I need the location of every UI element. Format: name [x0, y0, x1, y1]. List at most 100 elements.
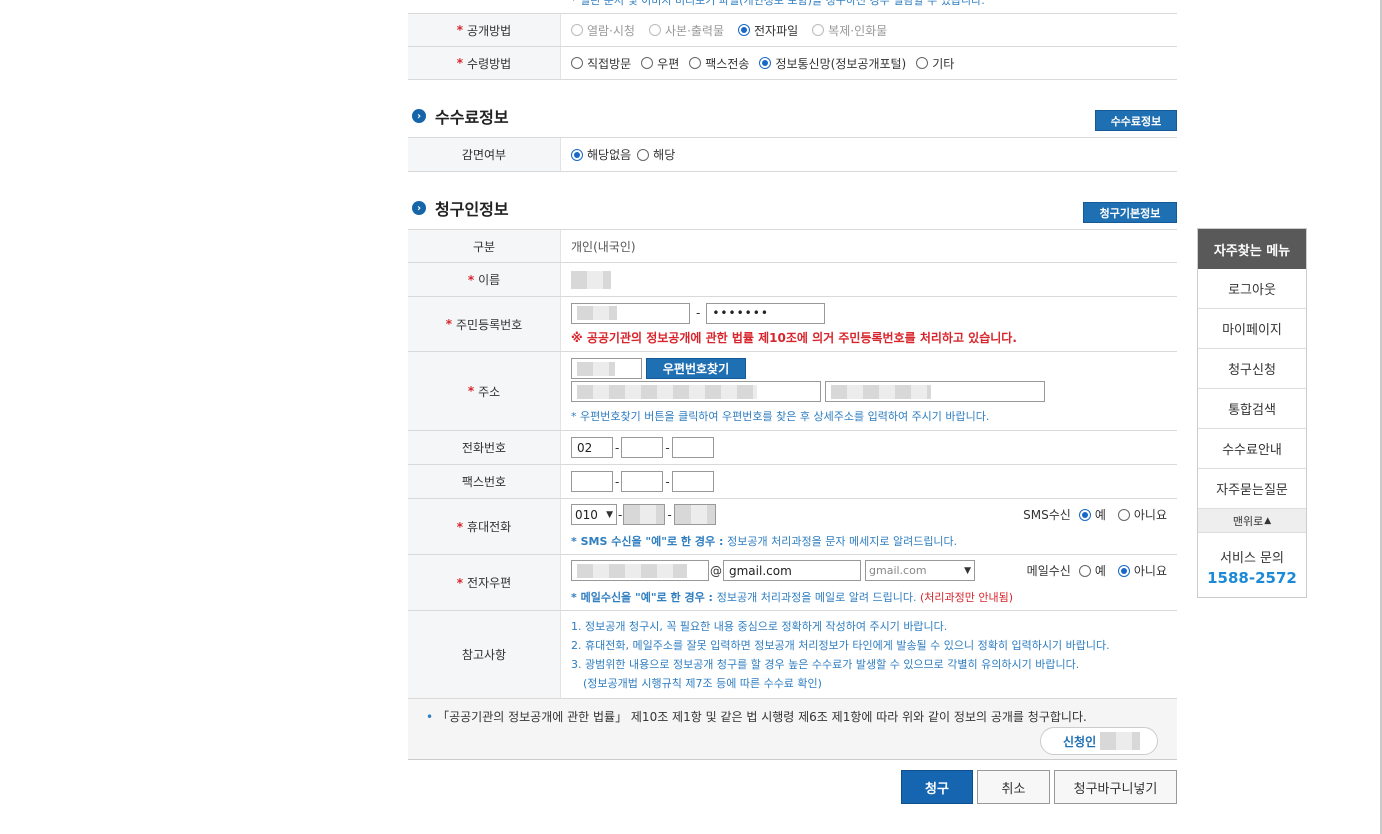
radio-sms-yes[interactable]: 예 — [1078, 506, 1106, 523]
radio-circle-icon — [1117, 508, 1130, 521]
quick-menu-mypage[interactable]: 마이페이지 — [1198, 309, 1306, 349]
cancel-button[interactable]: 취소 — [977, 770, 1050, 804]
fax-cell: - - — [561, 465, 1177, 498]
radio-mail[interactable]: 우편 — [641, 55, 679, 72]
applicant-type-row: 구분 개인(내국인) — [408, 229, 1177, 263]
mobile-prefix-select[interactable]: 010 ▼ — [571, 504, 617, 525]
section-arrow-icon: › — [412, 201, 426, 215]
email-cell: @ gmail.com gmail.com ▼ 메일수신 예 아니요 * 메일수신… — [561, 555, 1177, 610]
action-bar: 청구 취소 청구바구니넣기 — [408, 770, 1177, 804]
address-hint: * 우편번호찾기 버튼을 클릭하여 우편번호를 찾은 후 상세주소를 입력하여 … — [571, 410, 990, 423]
quick-menu: 자주찾는 메뉴 로그아웃 마이페이지 청구신청 통합검색 수수료안내 자주묻는질… — [1197, 228, 1307, 598]
email-row: * 전자우편 @ gmail.com gmail.com ▼ 메일수신 예 아니요 … — [408, 555, 1177, 611]
mail-hint: * 메일수신을 "예"로 한 경우 : 정보공개 처리과정을 메일로 알려 드립… — [571, 591, 1013, 604]
radio-sms-no[interactable]: 아니요 — [1117, 506, 1167, 523]
service-contact-label: 서비스 문의 — [1220, 551, 1284, 566]
sms-option: SMS수신 예 아니요 — [1023, 506, 1167, 523]
quick-menu-logout[interactable]: 로그아웃 — [1198, 269, 1306, 309]
quick-menu-request[interactable]: 청구신청 — [1198, 349, 1306, 389]
rrn-notice: ※ 공공기관의 정보공개에 관한 법률 제10조에 의거 주민등록번호를 처리하… — [571, 330, 1017, 345]
radio-viewing[interactable]: 열람·시청 — [571, 22, 635, 39]
rrn-dash: - — [696, 306, 701, 320]
note-item: (정보공개법 시행규칙 제7조 등에 따른 수수료 확인) — [583, 676, 822, 690]
address-detail-input[interactable] — [825, 381, 1045, 402]
quick-menu-title: 자주찾는 메뉴 — [1198, 229, 1306, 269]
radio-electronic-file[interactable]: 전자파일 — [738, 22, 798, 39]
phone-row: 전화번호 02 - - — [408, 431, 1177, 465]
fax-part1-input[interactable] — [571, 471, 613, 492]
phone-label: 전화번호 — [408, 431, 561, 464]
email-domain-input[interactable]: gmail.com — [723, 560, 861, 581]
email-id-input[interactable] — [571, 560, 709, 581]
address-main-input[interactable] — [571, 381, 821, 402]
radio-visit[interactable]: 직접방문 — [571, 55, 631, 72]
quick-menu-faq[interactable]: 자주묻는질문 — [1198, 469, 1306, 509]
radio-circle-icon — [637, 148, 650, 161]
radio-selected-icon — [759, 57, 772, 69]
applicant-type-value: 개인(내국인) — [571, 239, 636, 254]
phone-part2-input[interactable] — [621, 437, 664, 458]
address-inputs — [571, 381, 1045, 402]
rrn-cell: - ••••••• ※ 공공기관의 정보공개에 관한 법률 제10조에 의거 주… — [561, 297, 1177, 351]
radio-other[interactable]: 기타 — [916, 55, 954, 72]
disclosure-method-label: * 공개방법 — [408, 14, 561, 46]
radio-mail-no[interactable]: 아니요 — [1117, 562, 1167, 579]
caret-up-icon: ▲ — [1264, 515, 1272, 526]
address-label: * 주소 — [408, 352, 561, 430]
radio-fax[interactable]: 팩스전송 — [689, 55, 749, 72]
radio-copy[interactable]: 사본·출력물 — [648, 22, 724, 39]
applicant-badge: 신청인 — [1040, 727, 1158, 755]
radio-duplicate[interactable]: 복제·인화물 — [812, 22, 887, 39]
rrn-back-input[interactable]: ••••••• — [706, 302, 826, 324]
applicant-section-header: › 청구인정보 청구기본정보 — [408, 172, 1177, 229]
quick-menu-fee-guide[interactable]: 수수료안내 — [1198, 429, 1306, 469]
address-row: * 주소 우편번호찾기 * 우편번호찾기 버튼을 클릭하여 우편번호를 찾은 후 … — [408, 352, 1177, 431]
mobile-part3-input[interactable] — [673, 504, 716, 525]
phone-part3-input[interactable] — [671, 437, 714, 458]
add-to-basket-button[interactable]: 청구바구니넣기 — [1054, 770, 1177, 804]
radio-circle-icon — [1078, 564, 1091, 577]
zip-search-button[interactable]: 우편번호찾기 — [646, 358, 746, 379]
name-label: * 이름 — [408, 263, 561, 296]
rrn-inputs: - ••••••• — [571, 302, 826, 324]
phone-cell: 02 - - — [561, 431, 1177, 464]
receipt-method-options: 직접방문 우편 팩스전송 정보통신망(정보공개포털) 기타 — [561, 47, 1177, 79]
section-arrow-icon: › — [412, 109, 426, 123]
applicant-name-redacted — [1100, 732, 1141, 750]
zip-input[interactable] — [571, 358, 642, 379]
mobile-part2-input[interactable] — [623, 504, 666, 525]
radio-mail-yes[interactable]: 예 — [1078, 562, 1106, 579]
request-form: * 열린 문서 및 이미지 미리보기 파일(개인정보 포함)을 청구하신 경우 … — [408, 0, 1177, 804]
top-note-row: * 열린 문서 및 이미지 미리보기 파일(개인정보 포함)을 청구하신 경우 … — [408, 0, 1177, 14]
mobile-inputs: 010 ▼ - - SMS수신 예 아니요 — [571, 504, 1167, 525]
zip-row: 우편번호찾기 — [571, 358, 746, 379]
radio-selected-icon — [738, 24, 750, 36]
fax-label: 팩스번호 — [408, 465, 561, 498]
scroll-top-button[interactable]: 맨위로 ▲ — [1198, 509, 1306, 533]
fax-part2-input[interactable] — [621, 471, 664, 492]
receipt-method-label: * 수령방법 — [408, 47, 561, 79]
mail-label: 메일수신 — [1026, 564, 1071, 578]
radio-applicable[interactable]: 해당 — [637, 146, 675, 163]
chevron-down-icon: ▼ — [964, 565, 971, 576]
name-cell — [561, 263, 1177, 296]
name-row: * 이름 — [408, 263, 1177, 297]
fax-part3-input[interactable] — [671, 471, 714, 492]
quick-menu-search[interactable]: 통합검색 — [1198, 389, 1306, 429]
radio-circle-icon — [916, 57, 929, 69]
service-contact: 서비스 문의 1588-2572 — [1198, 533, 1306, 597]
fee-section-header: › 수수료정보 수수료정보 — [408, 80, 1177, 137]
mobile-label: * 휴대전화 — [408, 499, 561, 554]
fee-exemption-label: 감면여부 — [408, 138, 561, 171]
applicant-basic-info-button[interactable]: 청구기본정보 — [1083, 202, 1177, 223]
fee-info-button[interactable]: 수수료정보 — [1095, 110, 1177, 131]
radio-not-applicable[interactable]: 해당없음 — [571, 146, 631, 163]
email-domain-select[interactable]: gmail.com ▼ — [865, 560, 975, 581]
radio-circle-icon — [812, 24, 825, 36]
declaration-text: • 「공공기관의 정보공개에 관한 법률」 제10조 제1항 및 같은 법 시행령… — [426, 710, 1087, 724]
notes-label: 참고사항 — [408, 611, 561, 698]
rrn-front-input[interactable] — [571, 302, 690, 324]
submit-button[interactable]: 청구 — [901, 770, 973, 804]
phone-part1-input[interactable]: 02 — [571, 437, 613, 458]
radio-network[interactable]: 정보통신망(정보공개포털) — [759, 55, 906, 72]
